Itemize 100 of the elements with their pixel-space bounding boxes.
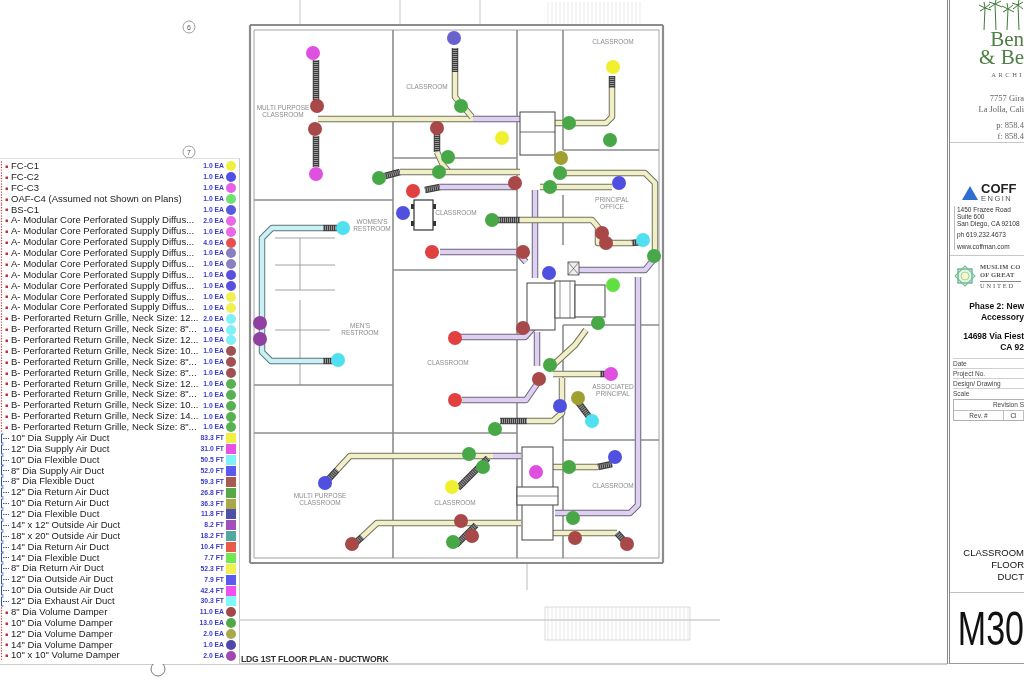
legend-label: B- Perforarted Return Grille, Neck Size: 8"... xyxy=(11,422,198,433)
count-marker-icon xyxy=(0,313,10,325)
measure-icon xyxy=(0,476,10,488)
count-marker-icon xyxy=(0,247,10,259)
count-marker-icon xyxy=(0,160,10,172)
measure-icon xyxy=(0,432,10,444)
measure-icon xyxy=(0,443,10,455)
legend-label: 12" Dia Outside Air Duct xyxy=(11,574,115,586)
address-line: La Jolla, Cali xyxy=(978,103,1024,114)
count-marker-icon xyxy=(0,291,10,303)
address-line: 7757 Gira xyxy=(989,93,1024,104)
count-marker-icon xyxy=(0,204,10,216)
count-marker-icon xyxy=(0,639,10,651)
measure-icon xyxy=(0,541,10,553)
legend-label: A- Modular Core Perforated Supply Diffus... xyxy=(11,226,196,238)
legend-label: B- Perforarted Return Grille, Neck Size: 10... xyxy=(11,345,200,357)
count-marker-icon xyxy=(0,237,10,249)
legend-label: B- Perforarted Return Grille, Neck Size: 12... xyxy=(11,313,200,325)
legend-label: B- Perforarted Return Grille, Neck Size: 8"... xyxy=(11,324,198,335)
legend-label: FC-C1 xyxy=(11,161,40,172)
count-marker-icon xyxy=(0,324,10,336)
legend-label: 14" Dia Return Air Duct xyxy=(11,541,110,553)
measure-icon xyxy=(0,574,10,586)
flexible-duct xyxy=(455,455,491,491)
palm-trees-logo-icon xyxy=(976,0,1024,30)
plan-title: LDG 1ST FLOOR PLAN - DUCTWORK xyxy=(241,654,389,664)
legend-label: A- Modular Core Perforated Supply Diffus... xyxy=(11,280,196,292)
legend-label: FC-C2 xyxy=(11,171,40,183)
legend-label: 10" Dia Volume Damper xyxy=(11,617,114,629)
count-marker-icon xyxy=(0,606,10,618)
legend-label: 10" Dia Outside Air Duct xyxy=(11,585,115,596)
damper-box xyxy=(567,261,580,276)
count-marker-icon xyxy=(0,356,10,368)
sheet-title: CLASSROOM xyxy=(963,547,1024,559)
architect-name: & Be xyxy=(979,48,1024,66)
count-marker-icon xyxy=(0,215,10,227)
count-marker-icon xyxy=(0,421,10,433)
count-marker-icon xyxy=(0,226,10,238)
duct xyxy=(555,88,616,127)
count-marker-icon xyxy=(0,258,10,270)
count-marker-icon xyxy=(0,171,10,183)
legend-label: 8" Dia Supply Air Duct xyxy=(11,465,106,477)
legend-label: A- Modular Core Perforated Supply Diffus... xyxy=(11,302,196,314)
count-marker-icon xyxy=(0,302,10,314)
measure-icon xyxy=(0,595,10,607)
legend-label: B- Perforarted Return Grille, Neck Size: 10... xyxy=(11,400,200,412)
project-address: CA 92 xyxy=(1000,341,1024,352)
count-marker-icon xyxy=(0,345,10,357)
legend-label: B- Perforarted Return Grille, Neck Size: 12... xyxy=(11,335,200,346)
count-marker-icon xyxy=(0,389,10,401)
flexible-duct xyxy=(495,216,520,224)
flexible-duct xyxy=(312,136,320,167)
count-marker-icon xyxy=(0,182,10,194)
legend-label: A- Modular Core Perforated Supply Diffus... xyxy=(11,215,196,227)
legend-label: A- Modular Core Perforated Supply Diffus... xyxy=(11,248,196,259)
legend-label: 14" x 12" Outside Air Duct xyxy=(11,519,122,531)
flexible-duct xyxy=(500,417,527,425)
legend-label: B- Perforarted Return Grille, Neck Size: 12... xyxy=(11,378,200,390)
triangle-logo-icon xyxy=(962,186,978,200)
phone-line: f: 858.4 xyxy=(997,130,1024,141)
sheet-title: FLOOR xyxy=(991,559,1024,571)
legend-label: 12" Dia Exhaust Air Duct xyxy=(11,596,116,607)
count-marker-icon xyxy=(0,378,10,390)
count-marker-icon xyxy=(0,400,10,412)
count-marker-icon xyxy=(0,411,10,423)
fan-coil-unit xyxy=(411,199,436,231)
legend-label: A- Modular Core Perforated Supply Diffus... xyxy=(11,237,196,248)
sheet-number: M30 xyxy=(957,602,1024,654)
legend-label: OAF-C4 (Assumed not Shown on Plans) xyxy=(11,193,183,205)
measure-icon xyxy=(0,585,10,597)
legend-label: 10" Dia Supply Air Duct xyxy=(11,432,111,444)
legend-label: FC-C3 xyxy=(11,182,40,194)
legend-label: 8" Dia Flexible Duct xyxy=(11,476,96,488)
count-marker-icon xyxy=(0,280,10,292)
measure-icon xyxy=(0,519,10,531)
legend-label: 14" Dia Flexible Duct xyxy=(11,552,101,564)
measure-icon xyxy=(0,454,10,466)
legend-label: 10" Dia Flexible Duct xyxy=(11,454,101,466)
flexible-duct xyxy=(312,60,320,100)
legend-label: B- Perforarted Return Grille, Neck Size: 8"... xyxy=(11,389,198,401)
legend-label: 8" Dia Volume Damper xyxy=(11,606,109,618)
legend-label: A- Modular Core Perforated Supply Diffus... xyxy=(11,258,196,270)
count-marker-icon xyxy=(0,334,10,346)
measure-icon xyxy=(0,563,10,575)
count-marker-icon xyxy=(0,367,10,379)
legend-label: B- Perforarted Return Grille, Neck Size: 8"... xyxy=(11,367,198,379)
legend-label: B- Perforarted Return Grille, Neck Size: 14... xyxy=(11,411,200,422)
legend-label: A- Modular Core Perforated Supply Diffus... xyxy=(11,269,196,281)
engineer-name: COFF xyxy=(981,183,1017,195)
phone-line: p: 858.4 xyxy=(996,120,1024,131)
measure-icon xyxy=(0,465,10,477)
project-title: Accessory xyxy=(981,311,1024,322)
count-marker-icon xyxy=(0,650,10,662)
legend-label: A- Modular Core Perforated Supply Diffus... xyxy=(11,291,196,303)
project-title: Phase 2: New xyxy=(969,301,1024,312)
legend-label: 10" x 10" Volume Damper xyxy=(11,650,121,662)
count-marker-icon xyxy=(0,269,10,281)
measure-icon xyxy=(0,498,10,510)
air-handler-unit xyxy=(519,111,556,156)
count-marker-icon xyxy=(0,617,10,629)
